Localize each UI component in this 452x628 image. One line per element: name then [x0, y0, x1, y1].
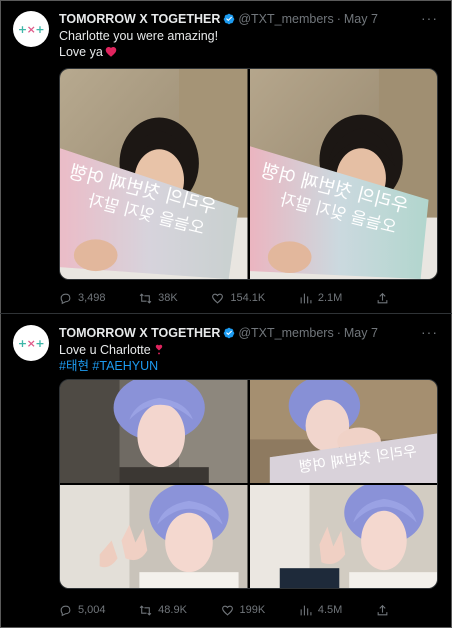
retweet-button[interactable]: 48.9K	[139, 604, 187, 617]
reply-button[interactable]: 5,004	[59, 604, 106, 617]
hashtag-link[interactable]: #태현 #TAEHYUN	[59, 358, 165, 374]
tweet-text-line: Charlotte you were amazing!	[59, 29, 219, 43]
photo[interactable]: 우리의 첫번째 여행 오늘을 잊지 말자	[249, 69, 437, 279]
retweet-icon	[139, 604, 152, 616]
media-grid: 우리의 첫번째 여행	[59, 379, 438, 589]
like-button[interactable]: 154.1K	[211, 292, 265, 305]
like-count: 199K	[239, 604, 266, 616]
avatar[interactable]: +×+	[13, 11, 49, 47]
red-heart-icon	[105, 46, 117, 57]
separator-dot: ·	[336, 326, 341, 340]
photo[interactable]	[60, 380, 248, 483]
views-count: 2.1M	[317, 292, 343, 304]
tweet[interactable]: +×+ TOMORROW X TOGETHER @TXT_members · M…	[0, 0, 452, 313]
tweet-header: TOMORROW X TOGETHER @TXT_members · May 7	[59, 12, 378, 26]
views-button[interactable]: 2.1M	[299, 292, 342, 305]
photo[interactable]: 우리의 첫번째 여행	[249, 380, 437, 483]
separator-dot: ·	[336, 12, 341, 26]
like-icon	[221, 605, 233, 616]
views-button[interactable]: 4.5M	[299, 604, 342, 617]
views-count: 4.5M	[317, 604, 343, 616]
reply-button[interactable]: 3,498	[59, 292, 106, 305]
tweet[interactable]: +×+ TOMORROW X TOGETHER @TXT_members · M…	[0, 314, 452, 628]
photo[interactable]: 우리의 첫번째 여행 오늘을 잊지 말자	[60, 69, 248, 279]
display-name[interactable]: TOMORROW X TOGETHER	[59, 12, 220, 26]
like-button[interactable]: 199K	[221, 604, 266, 617]
tweet-actions: 3,498 38K 154.1K 2.1M	[59, 290, 389, 306]
share-button[interactable]	[376, 604, 389, 617]
verified-icon	[224, 13, 235, 25]
display-name[interactable]: TOMORROW X TOGETHER	[59, 326, 220, 340]
avatar[interactable]: +×+	[13, 325, 49, 361]
tweet-text: Charlotte you were amazing! Love ya	[59, 28, 218, 60]
media-grid: 우리의 첫번째 여행 오늘을 잊지 말자 우리의 첫번째 여행 오늘을 잊지 말	[59, 68, 438, 280]
share-icon	[377, 292, 388, 303]
retweet-count: 48.9K	[158, 604, 187, 616]
reply-count: 3,498	[78, 292, 106, 304]
tweet-text-line: Love ya	[59, 44, 218, 60]
more-icon[interactable]: ···	[421, 10, 438, 26]
tweet-text-line: Love u Charlotte	[59, 342, 165, 358]
like-icon	[212, 293, 224, 304]
retweet-button[interactable]: 38K	[139, 292, 178, 305]
txt-logo-icon: +×+	[17, 336, 45, 350]
retweet-icon	[139, 292, 152, 304]
tweet-text-fragment: Love u Charlotte	[59, 343, 151, 357]
views-icon	[300, 605, 312, 615]
user-handle[interactable]: @TXT_members	[238, 326, 333, 340]
tweet-text-fragment: Love ya	[59, 45, 103, 59]
more-icon[interactable]: ···	[421, 324, 438, 340]
user-handle[interactable]: @TXT_members	[238, 12, 333, 26]
retweet-count: 38K	[158, 292, 178, 304]
tweet-date[interactable]: May 7	[344, 12, 378, 26]
reply-icon	[60, 293, 71, 304]
reply-icon	[60, 605, 71, 616]
photo[interactable]	[60, 485, 248, 588]
tweet-date[interactable]: May 7	[344, 326, 378, 340]
tweet-header: TOMORROW X TOGETHER @TXT_members · May 7	[59, 326, 378, 340]
views-icon	[300, 293, 312, 303]
tweet-text: Love u Charlotte #태현 #TAEHYUN	[59, 342, 165, 374]
photo[interactable]	[249, 485, 437, 588]
verified-icon	[224, 327, 235, 339]
share-icon	[377, 604, 388, 615]
tweet-actions: 5,004 48.9K 199K 4.5M	[59, 602, 389, 618]
like-count: 154.1K	[230, 292, 266, 304]
reply-count: 5,004	[78, 604, 106, 616]
share-button[interactable]	[376, 292, 389, 305]
heart-exclamation-icon	[155, 344, 162, 355]
txt-logo-icon: +×+	[17, 22, 45, 36]
